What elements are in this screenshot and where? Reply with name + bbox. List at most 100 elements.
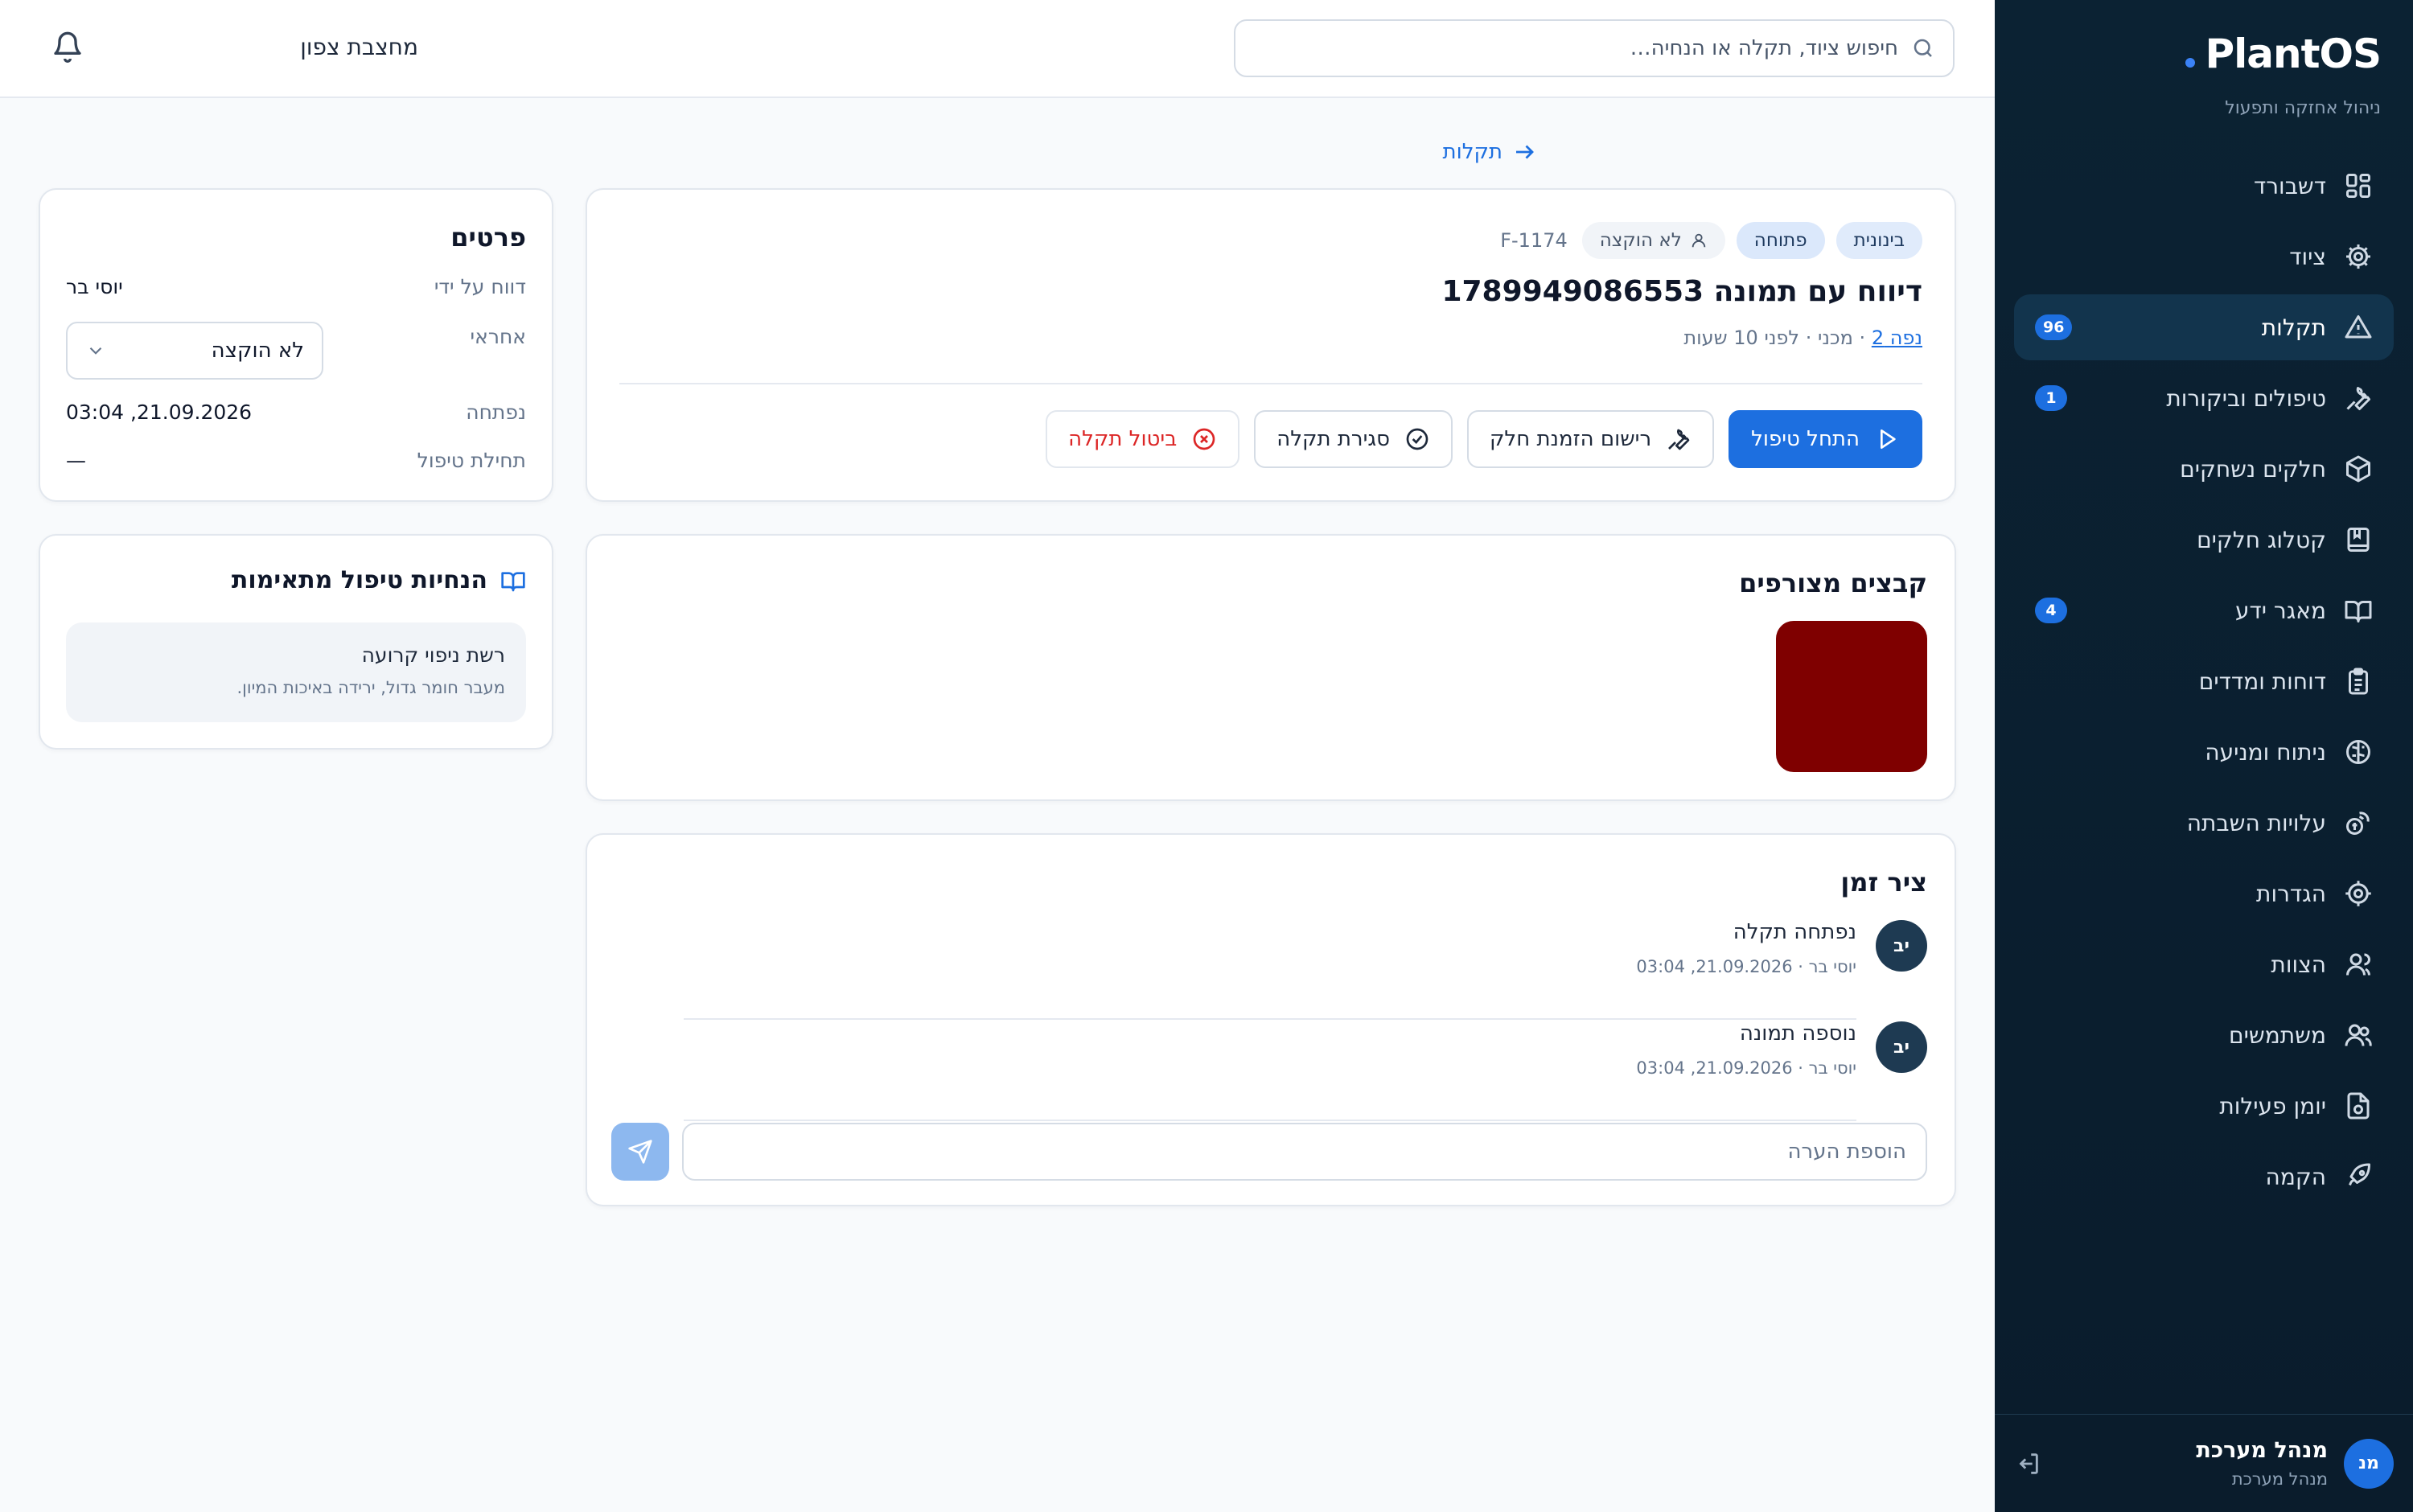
- comment-box[interactable]: [682, 1123, 1927, 1181]
- bell-icon[interactable]: [51, 31, 84, 63]
- timeline-item: יב נוספה תמונה יוסי בר · 21.09.2026, 03:…: [684, 1021, 1927, 1121]
- guides-card: הנחיות טיפול מתאימות רשת ניפוי קרועה מעב…: [39, 534, 553, 750]
- timeline-item-title: נפתחה תקלה: [1733, 920, 1856, 944]
- sidebar-item-faults[interactable]: תקלות 96: [2014, 294, 2394, 360]
- sidebar-item-users[interactable]: משתמשים: [2014, 1002, 2394, 1068]
- user-icon: [2344, 950, 2373, 979]
- rocket-icon: [2344, 1162, 2373, 1191]
- play-icon: [1874, 426, 1900, 452]
- fault-tags: בינונית פתוחה לא הוקצה F-1174: [1500, 222, 1922, 259]
- sidebar-item-reports[interactable]: דוחות ומדדים: [2014, 648, 2394, 714]
- priority-badge: בינונית: [1835, 222, 1922, 259]
- activity-log-icon: [2344, 1091, 2373, 1120]
- sidebar-item-label: יומן פעילות: [2219, 1092, 2326, 1120]
- sidebar-item-label: דוחות ומדדים: [2198, 668, 2326, 695]
- search-box[interactable]: [1234, 19, 1955, 77]
- detail-label: תחילת טיפול: [417, 449, 526, 472]
- search-input[interactable]: [1253, 36, 1898, 60]
- sidebar-nav: דשבורד ציוד תקלות 96 טיפולים וביקורות 1: [2014, 153, 2394, 1214]
- sidebar-item-equipment[interactable]: ציוד: [2014, 224, 2394, 290]
- detail-label: אחראי: [470, 325, 526, 348]
- book-icon: [2344, 525, 2373, 554]
- page-title: דיווח עם תמונה 1789949086553: [1441, 275, 1922, 308]
- dashboard-icon: [2344, 171, 2373, 200]
- sidebar-item-label: דשבורד: [2253, 172, 2326, 199]
- sidebar-item-dashboard[interactable]: דשבורד: [2014, 153, 2394, 219]
- detail-value: 21.09.2026, 03:04: [66, 401, 253, 424]
- sidebar-item-label: טיפולים וביקורות: [2166, 384, 2326, 412]
- assignee-label: לא הוקצה: [1599, 230, 1682, 251]
- open-book-icon: [2344, 596, 2373, 625]
- sidebar-item-settings[interactable]: הגדרות: [2014, 861, 2394, 927]
- avatar[interactable]: מנ: [2344, 1438, 2394, 1489]
- timeline-item-meta: יוסי בר · 21.09.2026, 03:04: [1636, 957, 1856, 976]
- sidebar-item-label: ציוד: [2289, 243, 2326, 270]
- timeline-item-title: נוספה תמונה: [1739, 1021, 1856, 1046]
- fault-meta-details: · מכני · לפני 10 שעות: [1683, 327, 1872, 349]
- comment-input[interactable]: [703, 1140, 1906, 1164]
- guide-item[interactable]: רשת ניפוי קרועה מעבר חומר גדול, ירידה בא…: [66, 622, 526, 722]
- details-card: פרטים דווח על ידי יוסי בר אחראי לא הוקצה…: [39, 188, 553, 502]
- fault-actions: התחל טיפול רישום הזמנת חלק סגירת תקלה בי…: [1046, 410, 1922, 468]
- detail-row-opened: נפתחה 21.09.2026, 03:04: [66, 401, 526, 433]
- divider: [619, 383, 1922, 384]
- brand-subtitle: ניהול אחזקה ותפעול: [2225, 98, 2381, 118]
- sidebar-item-label: הגדרות: [2256, 880, 2326, 907]
- back-link-label: תקלות: [1442, 140, 1502, 164]
- start-treatment-button[interactable]: התחל טיפול: [1729, 410, 1922, 468]
- sidebar-item-label: ניתוח ומניעה: [2205, 738, 2326, 766]
- user-info: מנהל מערכת מנהל מערכת: [2057, 1438, 2328, 1489]
- sidebar-item-label: קטלוג חלקים: [2197, 526, 2326, 553]
- site-selector[interactable]: מחצבת צפון: [300, 34, 418, 60]
- logout-icon[interactable]: [2014, 1450, 2041, 1477]
- coins-icon: [2344, 808, 2373, 837]
- back-to-faults-link[interactable]: תקלות: [1443, 140, 1536, 164]
- timeline-item: יב נפתחה תקלה יוסי בר · 21.09.2026, 03:0…: [684, 920, 1927, 1020]
- sidebar-item-label: חלקים נשחקים: [2180, 455, 2326, 483]
- sidebar-item-activity-log[interactable]: יומן פעילות: [2014, 1073, 2394, 1139]
- sidebar-item-maintenance[interactable]: טיפולים וביקורות 1: [2014, 365, 2394, 431]
- detail-value: —: [66, 449, 86, 472]
- sidebar-item-label: עלויות השבתה: [2186, 809, 2326, 836]
- divider: [684, 1120, 1856, 1121]
- brain-icon: [2344, 738, 2373, 766]
- status-badge: פתוחה: [1736, 222, 1825, 259]
- equipment-link[interactable]: נפה 2: [1872, 327, 1922, 349]
- button-label: התחל טיפול: [1751, 427, 1860, 451]
- order-part-button[interactable]: רישום הזמנת חלק: [1466, 410, 1715, 468]
- divider: [684, 1018, 1856, 1020]
- select-value: לא הוקצה: [211, 339, 304, 363]
- sidebar-item-wear-parts[interactable]: חלקים נשחקים: [2014, 436, 2394, 502]
- users-icon: [2344, 1021, 2373, 1050]
- responsible-select[interactable]: לא הוקצה: [66, 322, 323, 380]
- send-comment-button[interactable]: [611, 1123, 669, 1181]
- button-label: סגירת תקלה: [1276, 427, 1390, 451]
- sidebar-item-setup[interactable]: הקמה: [2014, 1144, 2394, 1210]
- sidebar-item-knowledge-base[interactable]: מאגר ידע 4: [2014, 577, 2394, 643]
- attachment-thumbnail[interactable]: [1776, 621, 1927, 772]
- sidebar-item-analysis[interactable]: ניתוח ומניעה: [2014, 719, 2394, 785]
- timeline-title: ציר זמן: [1840, 867, 1927, 898]
- brand-logo[interactable]: PlantOS: [2185, 31, 2382, 77]
- cancel-fault-button[interactable]: ביטול תקלה: [1046, 410, 1240, 468]
- user-role: מנהל מערכת: [2231, 1469, 2328, 1489]
- sidebar-item-label: הצוות: [2271, 951, 2326, 978]
- arrow-right-icon: [1512, 140, 1536, 164]
- close-fault-button[interactable]: סגירת תקלה: [1254, 410, 1453, 468]
- guides-title-label: הנחיות טיפול מתאימות: [231, 566, 487, 594]
- brand-name: PlantOS: [2205, 31, 2382, 77]
- sidebar-item-downtime-costs[interactable]: עלויות השבתה: [2014, 790, 2394, 856]
- sidebar-item-parts-catalog[interactable]: קטלוג חלקים: [2014, 507, 2394, 573]
- sidebar-item-label: הקמה: [2265, 1163, 2326, 1190]
- avatar: יב: [1876, 1021, 1927, 1073]
- sidebar: PlantOS ניהול אחזקה ותפעול דשבורד ציוד ת…: [1995, 0, 2413, 1512]
- guide-description: מעבר חומר גדול, ירידה באיכות המיון.: [236, 678, 505, 697]
- sidebar-item-team[interactable]: הצוות: [2014, 931, 2394, 997]
- timeline-card: ציר זמן יב נפתחה תקלה יוסי בר · 21.09.20…: [586, 833, 1956, 1206]
- fault-meta: נפה 2 · מכני · לפני 10 שעות: [1683, 327, 1922, 349]
- check-circle-icon: [1404, 426, 1430, 452]
- fault-id: F-1174: [1500, 229, 1568, 252]
- details-title: פרטים: [450, 222, 526, 253]
- sidebar-item-badge: 1: [2035, 385, 2067, 411]
- wrench-icon: [2344, 384, 2373, 413]
